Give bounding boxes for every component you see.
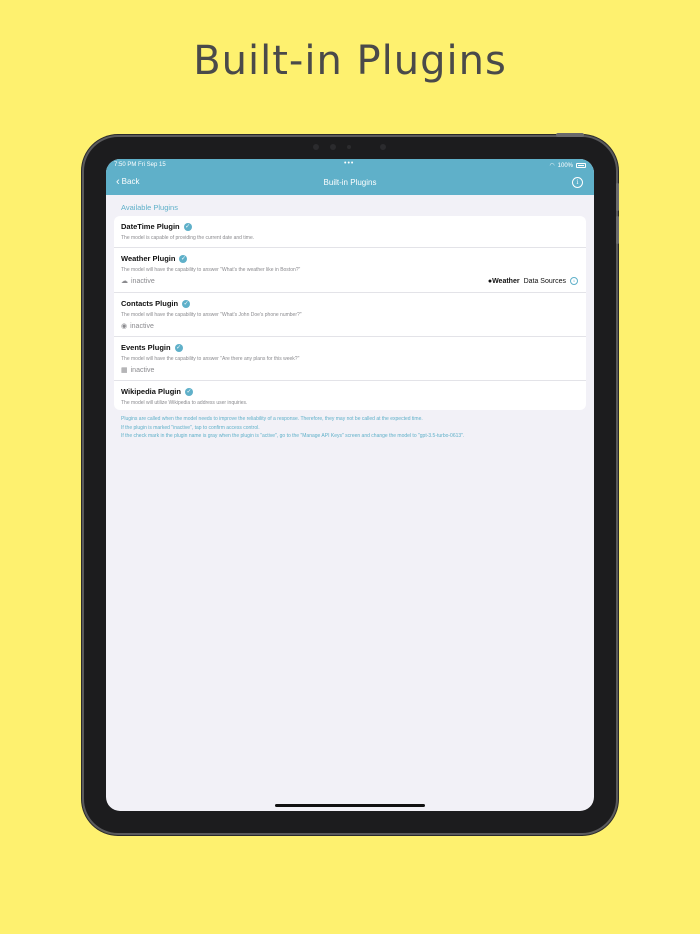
cloud-icon: ☁ xyxy=(121,278,128,285)
header: 7:50 PM Fri Sep 15 ••• ◠ 100% ‹ Back Bui… xyxy=(106,159,594,195)
plugin-row-weather[interactable]: Weather Plugin ✓ The model will have the… xyxy=(114,247,586,293)
plugin-name: Events Plugin ✓ xyxy=(121,343,183,352)
power-button xyxy=(556,133,584,137)
volume-up-button xyxy=(616,183,619,211)
nav-bar: ‹ Back Built-in Plugins i xyxy=(106,173,594,193)
plugin-row-events[interactable]: Events Plugin ✓ The model will have the … xyxy=(114,336,586,381)
plugin-name: Contacts Plugin ✓ xyxy=(121,299,191,308)
plugin-status[interactable]: ☁ inactive xyxy=(121,277,155,286)
weather-brand: ●Weather xyxy=(487,277,520,285)
status-bar: 7:50 PM Fri Sep 15 ••• ◠ 100% xyxy=(106,159,594,171)
person-icon: ◉ xyxy=(121,323,128,330)
battery-percent: 100% xyxy=(557,162,573,169)
check-icon: ✓ xyxy=(182,299,191,308)
info-icon[interactable]: i xyxy=(570,277,578,285)
footer-notes: Plugins are called when the model needs … xyxy=(121,415,591,441)
page-title: Built-in Plugins xyxy=(323,178,377,187)
data-sources-link[interactable]: Data Sources xyxy=(524,278,566,285)
camera-lens xyxy=(347,145,351,149)
plugin-name: Wikipedia Plugin ✓ xyxy=(121,387,193,396)
plugin-description: The model will utilize Wikipedia to addr… xyxy=(121,400,248,406)
plugin-status[interactable]: ▦ inactive xyxy=(121,366,154,375)
status-time: 7:50 PM Fri Sep 15 xyxy=(114,162,166,168)
wifi-icon: ◠ xyxy=(549,163,555,169)
check-icon: ✓ xyxy=(184,387,193,396)
plugin-list: DateTime Plugin ✓ The model is capable o… xyxy=(114,216,586,410)
headline: Built-in Plugins xyxy=(193,38,507,84)
check-icon: ✓ xyxy=(183,222,192,231)
plugin-name: Weather Plugin ✓ xyxy=(121,254,188,263)
status-indicators: ◠ 100% xyxy=(549,162,586,169)
info-icon[interactable]: i xyxy=(572,177,583,188)
plugin-description: The model is capable of providing the cu… xyxy=(121,235,255,241)
camera-sensor xyxy=(380,144,386,150)
footer-note: Plugins are called when the model needs … xyxy=(121,416,423,422)
plugin-row-wikipedia[interactable]: Wikipedia Plugin ✓ The model will utiliz… xyxy=(114,380,586,411)
section-title: Available Plugins xyxy=(121,203,178,212)
check-icon: ✓ xyxy=(174,343,183,352)
weather-attribution: ●Weather Data Sources i xyxy=(488,277,578,285)
app-screen: 7:50 PM Fri Sep 15 ••• ◠ 100% ‹ Back Bui… xyxy=(106,159,594,811)
plugin-status[interactable]: ◉ inactive xyxy=(121,322,154,331)
camera-sensor xyxy=(313,144,319,150)
battery-icon xyxy=(576,163,586,168)
plugin-row-datetime[interactable]: DateTime Plugin ✓ The model is capable o… xyxy=(114,216,586,247)
plugin-name: DateTime Plugin ✓ xyxy=(121,222,192,231)
home-indicator[interactable] xyxy=(275,804,425,807)
footer-note: If the plugin is marked "inactive", tap … xyxy=(121,424,260,431)
check-icon: ✓ xyxy=(179,254,188,263)
volume-down-button xyxy=(616,216,619,244)
footer-note: If the check mark in the plugin name is … xyxy=(121,433,465,439)
calendar-icon: ▦ xyxy=(121,367,128,374)
plugin-description: The model will have the capability to an… xyxy=(121,267,301,273)
camera-sensor xyxy=(330,144,336,150)
plugin-description: The model will have the capability to an… xyxy=(121,312,302,318)
multitasking-dots[interactable]: ••• xyxy=(344,160,354,167)
plugin-row-contacts[interactable]: Contacts Plugin ✓ The model will have th… xyxy=(114,292,586,337)
plugin-description: The model will have the capability to an… xyxy=(121,356,300,362)
